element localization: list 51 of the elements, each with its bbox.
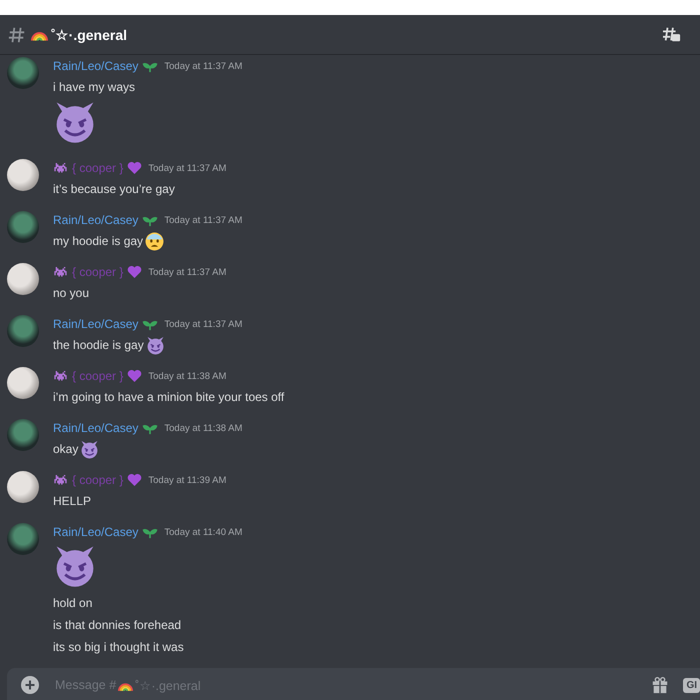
channel-hash-icon xyxy=(8,26,26,44)
heart-icon xyxy=(127,473,142,487)
username[interactable]: Rain/Leo/Casey xyxy=(53,525,138,539)
timestamp: Today at 11:37 AM xyxy=(164,318,242,330)
avatar[interactable] xyxy=(7,57,39,89)
message-text: the hoodie is gay xyxy=(53,338,144,352)
avatar[interactable] xyxy=(7,367,39,399)
username[interactable]: Rain/Leo/Casey xyxy=(53,317,138,331)
timestamp: Today at 11:37 AM xyxy=(164,60,242,72)
username[interactable]: Rain/Leo/Casey xyxy=(53,213,138,227)
alien-monster-icon xyxy=(53,266,68,278)
message-text: HELLP xyxy=(53,494,92,508)
timestamp: Today at 11:37 AM xyxy=(148,162,226,174)
timestamp: Today at 11:37 AM xyxy=(164,214,242,226)
username[interactable]: Rain/Leo/Casey xyxy=(53,421,138,435)
timestamp: Today at 11:40 AM xyxy=(164,526,242,538)
alien-monster-icon xyxy=(53,474,68,486)
username[interactable]: Rain/Leo/Casey xyxy=(53,59,138,73)
avatar[interactable] xyxy=(7,211,39,243)
timestamp: Today at 11:38 AM xyxy=(164,422,242,434)
message-text: okay xyxy=(53,442,78,456)
message-text: no you xyxy=(53,286,90,300)
avatar[interactable] xyxy=(7,263,39,295)
channel-title: ˚☆·.general xyxy=(51,26,128,42)
alien-monster-icon xyxy=(53,162,68,174)
heart-icon xyxy=(127,369,142,383)
heart-icon xyxy=(127,265,142,279)
gif-button[interactable]: GI xyxy=(683,678,700,692)
devil-emoji-icon xyxy=(80,440,100,458)
fearful-emoji-icon xyxy=(145,232,164,250)
avatar[interactable] xyxy=(7,471,39,503)
avatar[interactable] xyxy=(7,523,39,555)
message-text: hold on xyxy=(53,596,92,610)
message-text: it’s because you’re gay xyxy=(53,182,175,196)
add-icon[interactable] xyxy=(21,676,39,694)
message-text: my hoodie is gay xyxy=(53,234,144,248)
message-text: i’m going to have a minion bite your toes off xyxy=(53,390,284,404)
gift-icon[interactable] xyxy=(651,676,670,694)
avatar[interactable] xyxy=(7,419,39,451)
message-text: is that donnies forehead xyxy=(53,618,182,632)
timestamp: Today at 11:38 AM xyxy=(148,370,226,382)
threads-icon[interactable] xyxy=(662,26,682,44)
timestamp: Today at 11:39 AM xyxy=(148,474,226,486)
alien-monster-icon xyxy=(53,370,68,382)
devil-emoji-icon xyxy=(146,336,165,354)
message-text: its so big i thought it was xyxy=(53,640,184,654)
message-text: i have my ways xyxy=(53,80,136,94)
avatar[interactable] xyxy=(7,315,39,347)
avatar[interactable] xyxy=(7,159,39,191)
heart-icon xyxy=(127,161,142,175)
timestamp: Today at 11:37 AM xyxy=(148,266,226,278)
